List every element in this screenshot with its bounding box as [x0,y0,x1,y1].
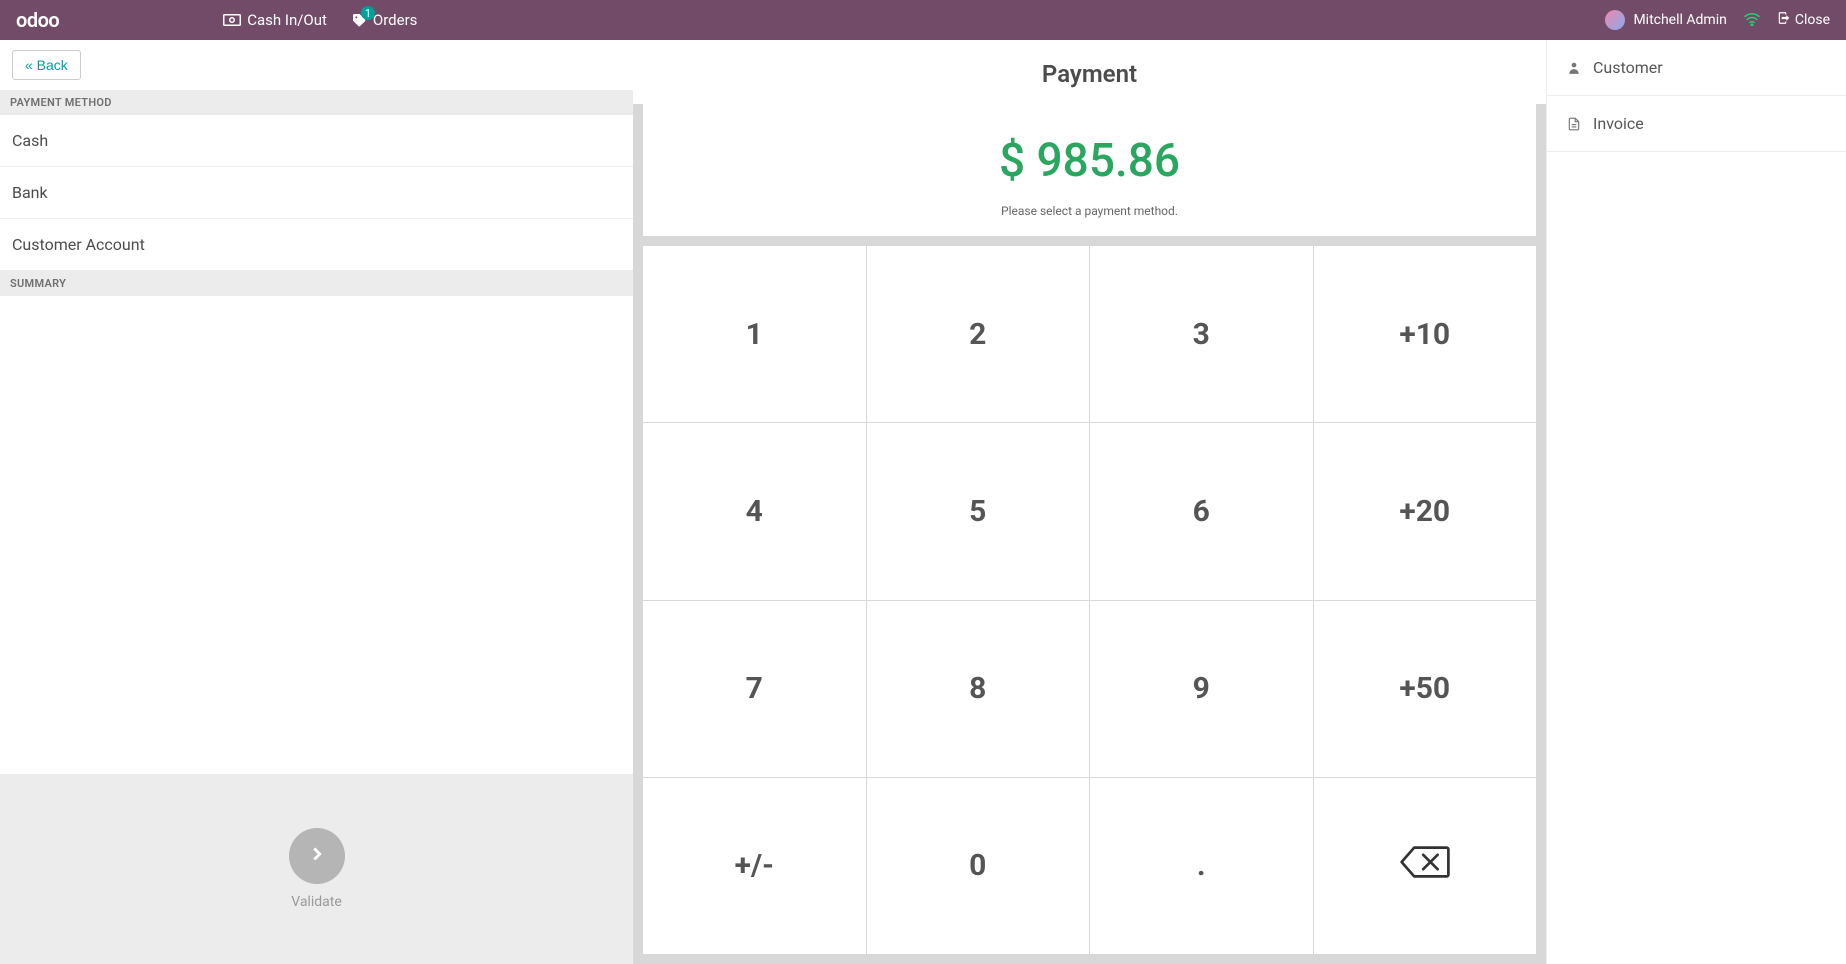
chevron-right-icon [306,843,328,869]
back-button[interactable]: « Back [12,50,81,80]
validate-label: Validate [291,894,342,910]
back-button-wrap: « Back [0,40,633,90]
amount-box: $ 985.86 Please select a payment method. [643,104,1536,236]
key-dot[interactable]: . [1090,778,1313,954]
user-name: Mitchell Admin [1633,12,1726,28]
backspace-icon [1398,844,1452,888]
user-menu[interactable]: Mitchell Admin [1605,10,1726,30]
summary-header: SUMMARY [0,271,633,296]
topbar-left: odoo Cash In/Out 1 Orders [16,8,417,32]
main: « Back PAYMENT METHOD Cash Bank Customer… [0,40,1846,964]
payment-method-customer-account[interactable]: Customer Account [0,219,633,271]
key-0[interactable]: 0 [867,778,1090,954]
center-panel: Payment $ 985.86 Please select a payment… [633,40,1546,964]
close-button[interactable]: Close [1777,11,1830,29]
invoice-button[interactable]: Invoice [1547,96,1846,152]
payment-method-bank[interactable]: Bank [0,167,633,219]
orders-badge: 1 [361,6,375,20]
validate-area: Validate [0,774,633,964]
key-plus-50[interactable]: +50 [1314,601,1537,777]
payment-method-header: PAYMENT METHOD [0,90,633,115]
key-plus-20[interactable]: +20 [1314,423,1537,599]
customer-label: Customer [1593,58,1663,77]
amount-hint: Please select a payment method. [643,204,1536,218]
file-icon [1567,116,1583,132]
signout-icon [1777,11,1791,29]
right-panel: Customer Invoice [1546,40,1846,964]
tag-icon: 1 [351,12,367,28]
validate-button[interactable] [289,828,345,884]
cash-icon [223,13,241,27]
key-8[interactable]: 8 [867,601,1090,777]
logo: odoo [16,8,59,32]
topbar-right: Mitchell Admin Close [1605,10,1830,30]
key-4[interactable]: 4 [643,423,866,599]
topbar: odoo Cash In/Out 1 Orders Mitchell Admin [0,0,1846,40]
key-backspace[interactable] [1314,778,1537,954]
amount-box-wrap: $ 985.86 Please select a payment method. [633,104,1546,246]
key-5[interactable]: 5 [867,423,1090,599]
key-6[interactable]: 6 [1090,423,1313,599]
numpad: 1 2 3 +10 4 5 6 +20 7 8 9 +50 +/- 0 . [643,246,1536,954]
user-icon [1567,60,1583,76]
wifi-icon [1743,11,1761,30]
cash-in-out-label: Cash In/Out [247,11,327,29]
numpad-wrap: 1 2 3 +10 4 5 6 +20 7 8 9 +50 +/- 0 . [633,246,1546,964]
avatar [1605,10,1625,30]
key-9[interactable]: 9 [1090,601,1313,777]
cash-in-out-button[interactable]: Cash In/Out [223,11,327,29]
close-label: Close [1795,12,1830,28]
key-sign[interactable]: +/- [643,778,866,954]
invoice-label: Invoice [1593,114,1644,133]
orders-button[interactable]: 1 Orders [351,11,418,29]
key-plus-10[interactable]: +10 [1314,246,1537,422]
customer-button[interactable]: Customer [1547,40,1846,96]
left-panel: « Back PAYMENT METHOD Cash Bank Customer… [0,40,633,964]
orders-label: Orders [373,11,418,29]
key-7[interactable]: 7 [643,601,866,777]
page-title: Payment [633,40,1546,104]
key-3[interactable]: 3 [1090,246,1313,422]
key-2[interactable]: 2 [867,246,1090,422]
payment-method-cash[interactable]: Cash [0,115,633,167]
key-1[interactable]: 1 [643,246,866,422]
amount: $ 985.86 [643,134,1536,188]
